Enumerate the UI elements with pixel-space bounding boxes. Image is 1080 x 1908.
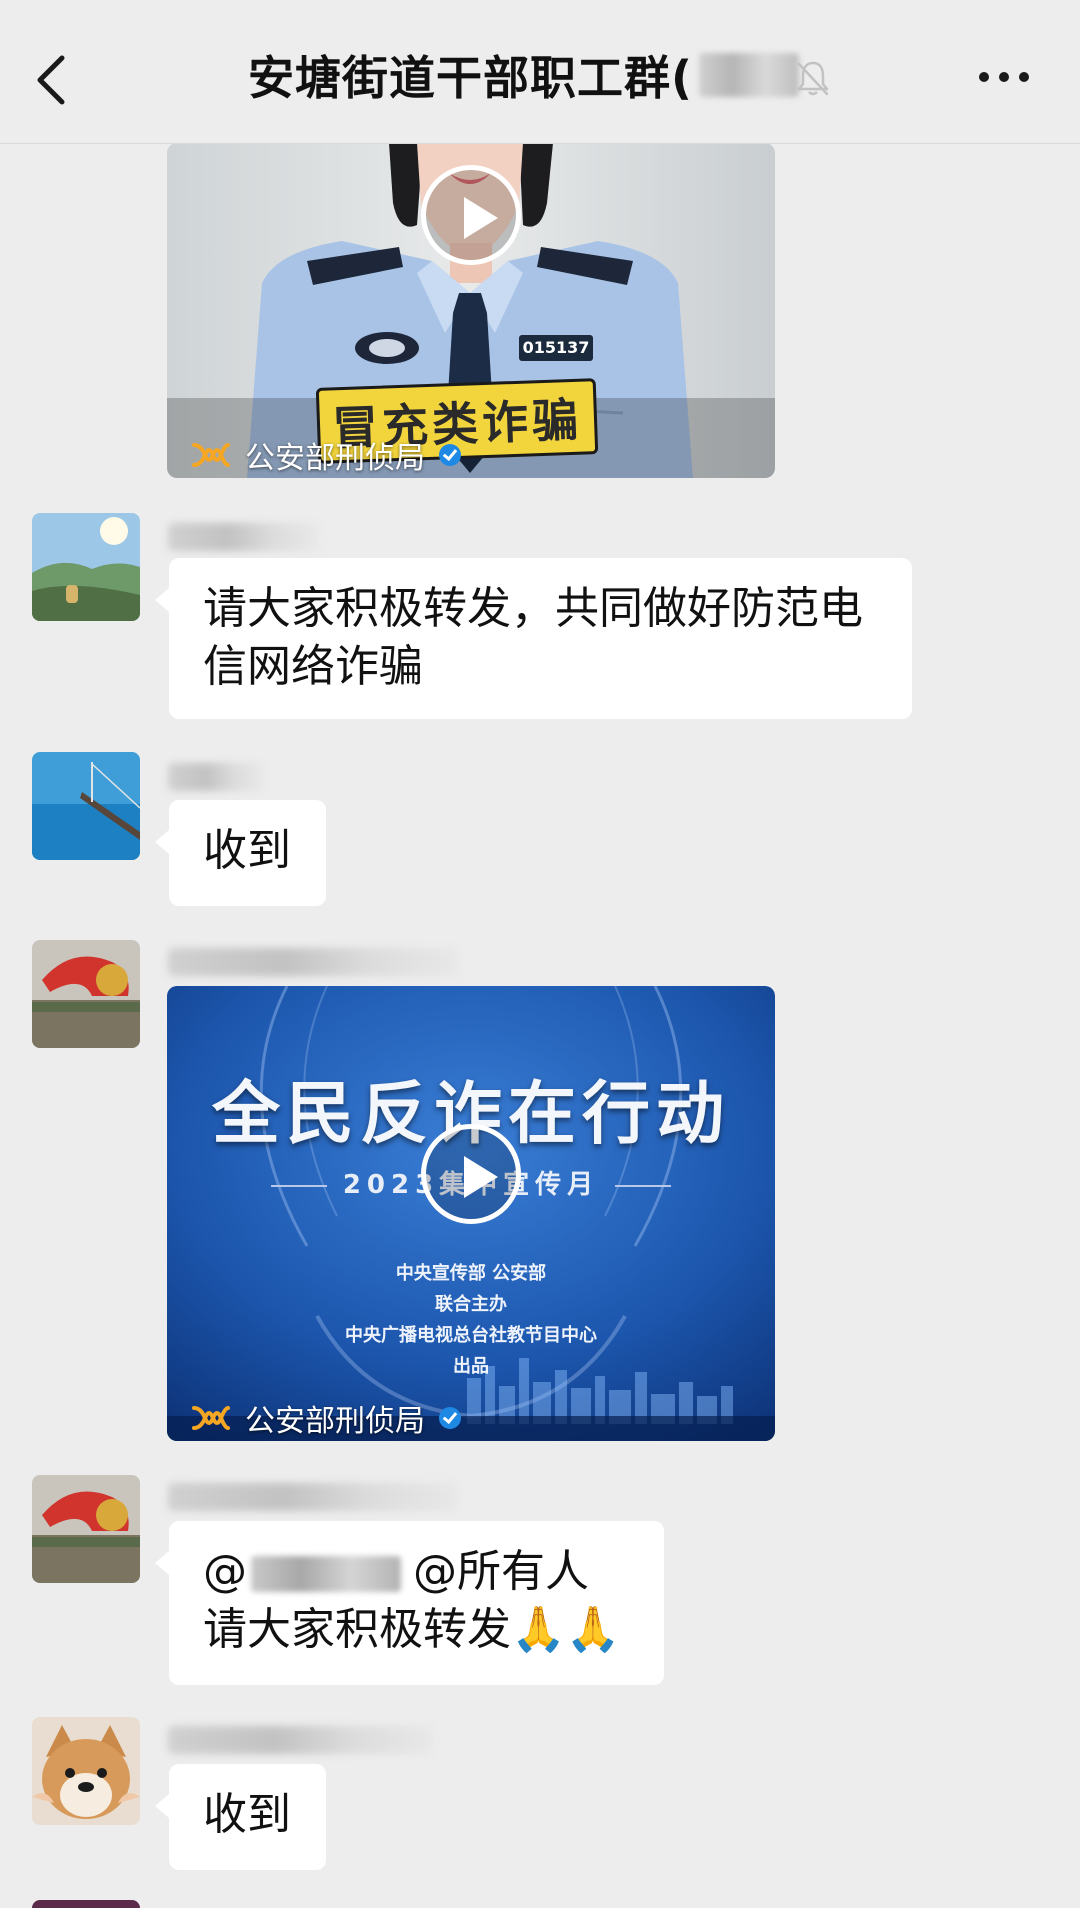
message-text: 收到 [203, 825, 291, 876]
avatar[interactable] [32, 940, 140, 1048]
more-options-button[interactable] [976, 62, 1032, 92]
channels-logo-icon [192, 1406, 230, 1430]
play-icon[interactable] [421, 1124, 521, 1224]
avatar[interactable] [32, 1717, 140, 1825]
avatar[interactable] [32, 752, 140, 860]
redacted-nickname [168, 1483, 458, 1511]
message-text: 请大家积极转发🙏🙏 [203, 1604, 621, 1655]
avatar[interactable] [32, 1475, 140, 1583]
video-message-police[interactable]: 015137 冒充类诈骗 公安部刑侦局 [167, 143, 775, 478]
badge-number: 015137 [519, 335, 593, 361]
chat-title-text: 安塘街道干部职工群( [248, 51, 694, 105]
redacted-mention [251, 1556, 401, 1592]
message-text: 收到 [203, 1789, 291, 1840]
message-bubble[interactable]: 收到 [155, 1764, 326, 1870]
chat-header: 安塘街道干部职工群( [0, 0, 1080, 144]
message-text: @ @所有人 [203, 1543, 630, 1601]
credit-line: 出品 [453, 1356, 489, 1377]
more-dots-icon [979, 72, 1029, 82]
message-text: 请大家积极转发，共同做好防范电 [203, 583, 863, 634]
credit-line: 中央宣传部 公安部 [395, 1263, 547, 1284]
avatar[interactable] [32, 513, 140, 621]
chevron-left-icon [37, 55, 65, 105]
bell-off-icon [797, 61, 829, 96]
message-list[interactable]: 015137 冒充类诈骗 公安部刑侦局 请大家积极转发，共同做好防范电 信网络诈… [0, 143, 1080, 1908]
message-bubble[interactable]: 请大家积极转发，共同做好防范电 信网络诈骗 [155, 558, 912, 719]
channel-name: 公安部刑侦局 [245, 1404, 425, 1439]
video-message-campaign[interactable]: 全民反诈在行动 2023集中宣传月 中央宣传部 公安部 联合主办 中央广播电视总… [167, 986, 775, 1441]
video-credits: 中央宣传部 公安部 联合主办 中央广播电视总台社教节目中心 出品 [167, 1258, 775, 1382]
message-text: 信网络诈骗 [203, 641, 423, 692]
video-channel: 公安部刑侦局 [191, 1396, 461, 1440]
back-button[interactable] [28, 40, 88, 120]
mention-all: @所有人 [413, 1546, 589, 1597]
redacted-nickname [168, 763, 263, 791]
credit-line: 联合主办 [435, 1294, 507, 1315]
verified-icon [439, 444, 461, 466]
avatar[interactable] [32, 1900, 140, 1908]
redacted-member-count [699, 53, 800, 97]
message-bubble[interactable]: @ @所有人 请大家积极转发🙏🙏 [155, 1521, 664, 1685]
verified-icon [439, 1407, 461, 1429]
credit-line: 中央广播电视总台社教节目中心 [345, 1325, 597, 1346]
channels-logo-icon [192, 443, 230, 467]
redacted-nickname [168, 1726, 433, 1754]
message-bubble[interactable]: 收到 [155, 800, 326, 906]
chat-title: 安塘街道干部职工群( [248, 42, 800, 108]
redacted-nickname [168, 948, 458, 976]
play-icon[interactable] [421, 165, 521, 265]
channel-name: 公安部刑侦局 [245, 441, 425, 476]
mention-at: @ [203, 1546, 247, 1597]
redacted-nickname [168, 523, 318, 551]
video-channel: 公安部刑侦局 [191, 433, 461, 477]
